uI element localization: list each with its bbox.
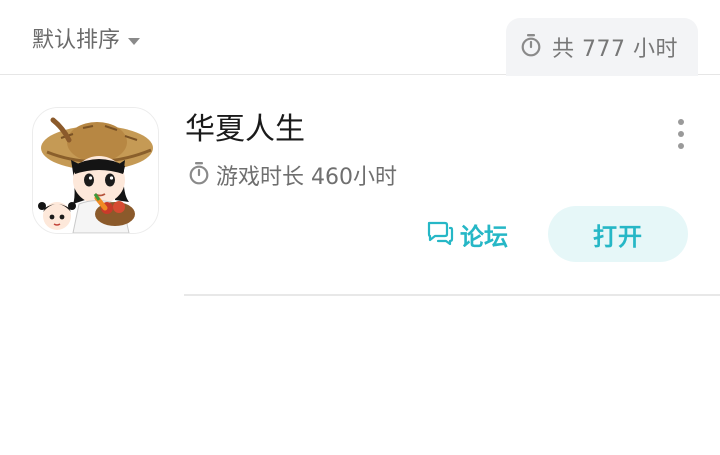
timer-icon (520, 33, 542, 61)
playtime-label: 游戏时长 460小时 (216, 165, 397, 190)
forum-button[interactable]: 论坛 (426, 217, 508, 252)
game-list-item[interactable]: 华夏人生 游戏时长 460小时 论坛 打开 (0, 75, 720, 296)
more-dot (678, 143, 684, 149)
chat-bubble-icon (426, 220, 454, 250)
sort-label: 默认排序 (32, 28, 121, 53)
total-playtime-badge: 共 777 小时 (506, 18, 698, 76)
top-bar: 默认排序 共 777 小时 (0, 0, 720, 76)
more-vertical-icon (678, 119, 684, 125)
timer-icon (188, 161, 210, 189)
game-cover-image[interactable] (32, 107, 159, 234)
game-playtime: 游戏时长 460小时 (188, 159, 397, 191)
forum-label: 论坛 (460, 223, 508, 251)
row-divider (184, 294, 720, 296)
more-options-button[interactable] (672, 119, 690, 149)
open-game-button[interactable]: 打开 (548, 206, 688, 262)
more-dot (678, 131, 684, 137)
caret-down-icon (128, 37, 141, 45)
total-playtime-text: 共 777 小时 (552, 37, 678, 62)
game-title[interactable]: 华夏人生 (185, 111, 305, 149)
open-label: 打开 (593, 222, 643, 251)
sort-dropdown[interactable]: 默认排序 (32, 26, 141, 56)
